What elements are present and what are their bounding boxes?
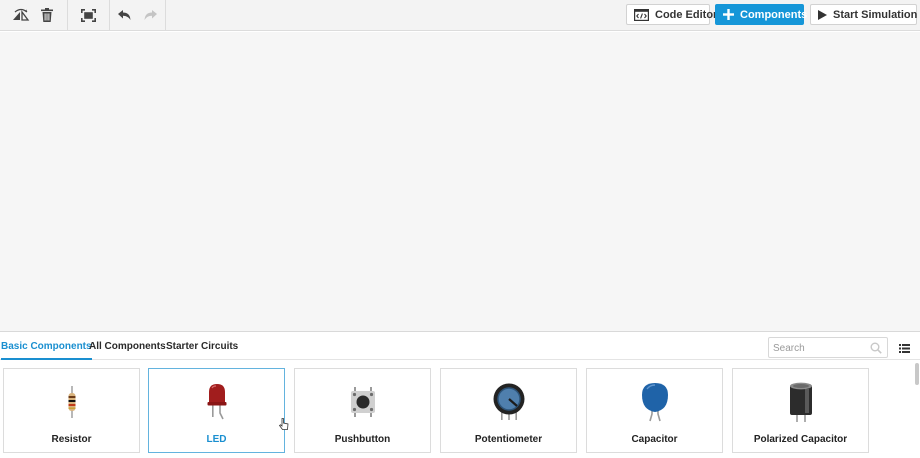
pushbutton-icon — [350, 387, 375, 417]
search-box — [768, 337, 888, 358]
start-simulation-button[interactable]: Start Simulation — [810, 4, 917, 25]
rotate-button[interactable] — [8, 0, 34, 30]
panel-scrollbar[interactable] — [915, 363, 919, 385]
code-editor-label: Code Editor — [655, 8, 718, 21]
view-tools-group — [68, 0, 110, 30]
component-label: Polarized Capacitor — [753, 434, 848, 445]
redo-icon — [144, 9, 157, 20]
circuit-canvas[interactable] — [0, 32, 920, 332]
resistor-icon — [68, 386, 75, 418]
component-card-led[interactable]: LED — [148, 368, 285, 453]
list-view-icon — [899, 344, 910, 353]
capacitor-icon — [641, 383, 668, 422]
play-icon — [818, 9, 827, 20]
component-card-resistor[interactable]: Resistor — [3, 368, 140, 453]
toolbar: Code Editor Components Start Simulation — [0, 0, 920, 31]
rotate-icon — [13, 8, 30, 21]
search-input[interactable] — [769, 339, 867, 358]
potentiometer-icon — [493, 383, 524, 420]
component-card-potentiometer[interactable]: Potentiometer — [440, 368, 577, 453]
component-label: Potentiometer — [474, 434, 543, 445]
component-label: Resistor — [51, 434, 92, 445]
undo-button[interactable] — [112, 0, 138, 30]
history-tools-group — [110, 0, 166, 30]
undo-icon — [118, 9, 131, 20]
component-label: LED — [206, 434, 227, 445]
edit-tools-group — [8, 0, 68, 30]
components-label: Components — [740, 8, 808, 21]
code-icon — [634, 8, 649, 21]
redo-button[interactable] — [138, 0, 164, 30]
start-simulation-label: Start Simulation — [833, 8, 918, 21]
polarized-capacitor-icon — [789, 382, 812, 422]
plus-icon — [723, 9, 734, 20]
component-card-pushbutton[interactable]: Pushbutton — [294, 368, 431, 453]
tab-starter-circuits[interactable]: Starter Circuits — [166, 333, 238, 360]
fit-view-icon — [81, 8, 96, 22]
component-label: Capacitor — [631, 434, 678, 445]
tab-basic-components[interactable]: Basic Components — [1, 333, 92, 360]
component-card-polarized-capacitor[interactable]: Polarized Capacitor — [732, 368, 869, 453]
tab-all-components[interactable]: All Components — [89, 333, 166, 360]
hand-cursor-icon — [278, 417, 289, 435]
fit-view-button[interactable] — [76, 0, 102, 30]
code-editor-button[interactable]: Code Editor — [626, 4, 717, 25]
components-button[interactable]: Components — [715, 4, 808, 25]
led-icon — [207, 384, 226, 420]
delete-icon — [41, 8, 53, 22]
component-card-capacitor[interactable]: Capacitor — [586, 368, 723, 453]
component-label: Pushbutton — [334, 434, 391, 445]
search-icon[interactable] — [870, 341, 882, 359]
delete-button[interactable] — [34, 0, 60, 30]
list-view-button[interactable] — [899, 340, 910, 358]
